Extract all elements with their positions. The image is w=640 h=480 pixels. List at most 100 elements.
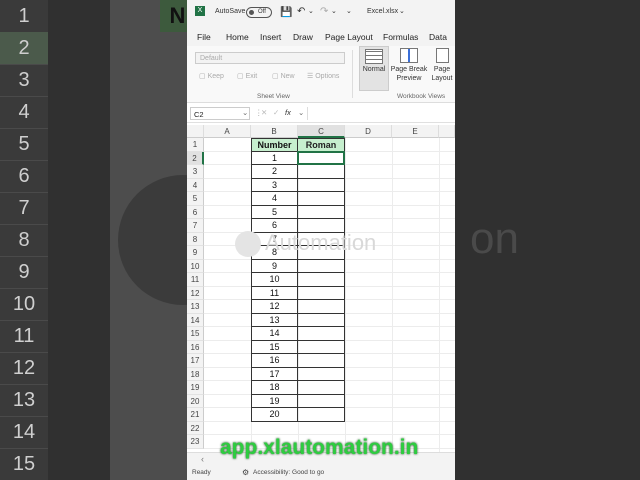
normal-view-button[interactable]: Normal <box>359 46 389 91</box>
tab-page-layout[interactable]: Page Layout <box>325 32 373 42</box>
row-header[interactable]: 23 <box>187 435 204 449</box>
number-cell[interactable]: 9 <box>251 259 298 273</box>
row-header[interactable]: 7 <box>187 219 204 233</box>
row-header[interactable]: 19 <box>187 381 204 395</box>
row-header[interactable]: 1 <box>187 138 204 152</box>
column-header-b[interactable]: B <box>251 125 298 138</box>
roman-cell[interactable] <box>298 381 345 395</box>
enter-icon[interactable]: ✓ <box>273 108 279 117</box>
roman-cell[interactable] <box>298 286 345 300</box>
number-cell[interactable]: 4 <box>251 192 298 206</box>
options-button[interactable]: ☰ Options <box>307 72 339 80</box>
roman-cell[interactable] <box>298 192 345 206</box>
formula-dropdown-icon[interactable]: ⌄ <box>298 108 304 117</box>
sheet-view-dropdown[interactable]: Default <box>195 52 345 64</box>
tab-home[interactable]: Home <box>226 32 249 42</box>
name-box[interactable]: C2 <box>190 107 250 120</box>
keep-button[interactable]: ▢ Keep <box>199 72 224 80</box>
row-header[interactable]: 21 <box>187 408 204 422</box>
scroll-left-icon[interactable]: ‹ <box>201 454 204 464</box>
roman-cell[interactable] <box>298 205 345 219</box>
row-header[interactable]: 14 <box>187 313 204 327</box>
row-header[interactable]: 8 <box>187 232 204 246</box>
row-header[interactable]: 22 <box>187 421 204 435</box>
roman-cell[interactable] <box>298 300 345 314</box>
number-cell[interactable]: 17 <box>251 367 298 381</box>
formula-input[interactable] <box>307 107 455 120</box>
row-header[interactable]: 5 <box>187 192 204 206</box>
row-header[interactable]: 6 <box>187 205 204 219</box>
roman-cell[interactable] <box>298 354 345 368</box>
insert-function-icon[interactable]: fx <box>285 108 291 117</box>
page-layout-view-button[interactable]: Page Layout <box>429 46 455 83</box>
tab-insert[interactable]: Insert <box>260 32 281 42</box>
roman-cell[interactable] <box>298 273 345 287</box>
customize-toolbar-icon[interactable]: ⌄ <box>346 7 352 15</box>
header-cell-roman[interactable]: Roman <box>298 138 345 152</box>
number-cell[interactable]: 13 <box>251 313 298 327</box>
accessibility-icon[interactable]: ⚙ <box>242 468 249 477</box>
roman-cell[interactable] <box>298 408 345 422</box>
roman-cell[interactable] <box>298 367 345 381</box>
number-cell[interactable]: 19 <box>251 394 298 408</box>
undo-icon[interactable]: ↶ <box>297 6 305 17</box>
active-cell-selection[interactable] <box>297 151 345 165</box>
roman-cell[interactable] <box>298 394 345 408</box>
tab-file[interactable]: File <box>197 32 211 42</box>
row-header[interactable]: 9 <box>187 246 204 260</box>
number-cell[interactable]: 16 <box>251 354 298 368</box>
row-header[interactable]: 11 <box>187 273 204 287</box>
row-header[interactable]: 16 <box>187 340 204 354</box>
header-cell-number[interactable]: Number <box>251 138 298 152</box>
roman-cell[interactable] <box>298 165 345 179</box>
number-cell[interactable]: 12 <box>251 300 298 314</box>
number-cell[interactable]: 1 <box>251 151 298 165</box>
row-header[interactable]: 4 <box>187 178 204 192</box>
exit-button[interactable]: ▢ Exit <box>237 72 257 80</box>
number-cell[interactable]: 2 <box>251 165 298 179</box>
row-header[interactable]: 10 <box>187 259 204 273</box>
redo-icon[interactable]: ↷ <box>320 6 328 17</box>
page-break-preview-button[interactable]: Page Break Preview <box>389 46 429 83</box>
tab-draw[interactable]: Draw <box>293 32 313 42</box>
tab-data[interactable]: Data <box>429 32 447 42</box>
row-header[interactable]: 3 <box>187 165 204 179</box>
column-header-a[interactable]: A <box>204 125 251 138</box>
row-header[interactable]: 15 <box>187 327 204 341</box>
roman-cell[interactable] <box>298 178 345 192</box>
row-header[interactable]: 20 <box>187 394 204 408</box>
number-cell[interactable]: 11 <box>251 286 298 300</box>
roman-cell[interactable] <box>298 327 345 341</box>
autosave-toggle[interactable]: Off <box>246 7 272 18</box>
number-cell[interactable]: 10 <box>251 273 298 287</box>
roman-cell[interactable] <box>298 313 345 327</box>
worksheet-grid[interactable]: A B C D E 1 2 3 4 5 6 7 8 9 10 11 12 13 14 15 16 17 18 19 2… <box>187 125 455 466</box>
roman-cell[interactable] <box>298 259 345 273</box>
number-cell[interactable]: 18 <box>251 381 298 395</box>
number-cell[interactable]: 5 <box>251 205 298 219</box>
row-header[interactable]: 13 <box>187 300 204 314</box>
column-header-f[interactable] <box>439 125 455 138</box>
name-box-dropdown-icon[interactable]: ⌄ <box>242 108 248 117</box>
new-button[interactable]: ▢ New <box>272 72 295 80</box>
accessibility-status[interactable]: Accessibility: Good to go <box>253 469 324 476</box>
cancel-icon[interactable]: ✕ <box>261 108 267 117</box>
undo-dropdown-icon[interactable]: ⌄ <box>308 7 314 15</box>
row-header[interactable]: 2 <box>187 151 204 165</box>
file-name[interactable]: Excel.xlsx <box>367 8 398 15</box>
redo-dropdown-icon[interactable]: ⌄ <box>331 7 337 15</box>
row-header[interactable]: 17 <box>187 354 204 368</box>
tab-formulas[interactable]: Formulas <box>383 32 418 42</box>
roman-cell[interactable] <box>298 340 345 354</box>
save-icon[interactable]: 💾 <box>280 7 292 18</box>
number-cell[interactable]: 20 <box>251 408 298 422</box>
number-cell[interactable]: 14 <box>251 327 298 341</box>
number-cell[interactable]: 3 <box>251 178 298 192</box>
column-header-d[interactable]: D <box>345 125 392 138</box>
number-cell[interactable]: 15 <box>251 340 298 354</box>
column-header-e[interactable]: E <box>392 125 439 138</box>
row-header[interactable]: 18 <box>187 367 204 381</box>
column-header-c[interactable]: C <box>298 125 345 138</box>
row-header[interactable]: 12 <box>187 286 204 300</box>
file-name-dropdown-icon[interactable]: ⌄ <box>399 7 405 15</box>
